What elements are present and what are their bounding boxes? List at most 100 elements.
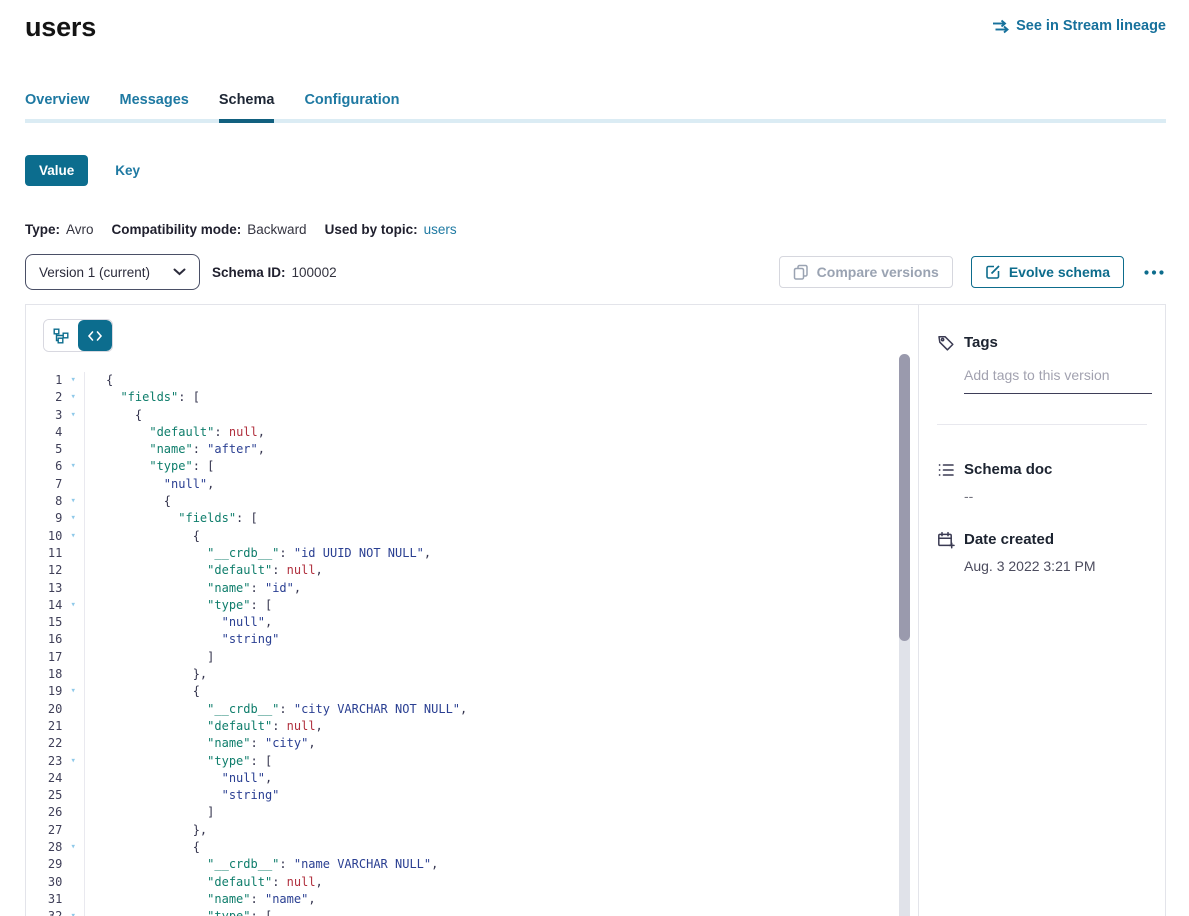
chevron-down-icon — [173, 268, 186, 276]
editor-scrollbar-track[interactable] — [899, 354, 910, 916]
topic-link[interactable]: users — [424, 222, 457, 237]
line-number: 5 — [26, 441, 62, 458]
fold-spacer — [62, 631, 84, 648]
gutter-row: 23▾ — [26, 753, 84, 770]
fold-caret-icon[interactable]: ▾ — [62, 407, 84, 424]
code-line: }, — [106, 666, 918, 683]
fold-spacer — [62, 545, 84, 562]
value-toggle-button[interactable]: Value — [25, 155, 88, 186]
fold-caret-icon[interactable]: ▾ — [62, 389, 84, 406]
list-icon — [937, 461, 955, 479]
fold-caret-icon[interactable]: ▾ — [62, 597, 84, 614]
gutter-row: 31 — [26, 891, 84, 908]
fold-caret-icon[interactable]: ▾ — [62, 458, 84, 475]
fold-caret-icon[interactable]: ▾ — [62, 908, 84, 916]
calendar-plus-icon — [937, 531, 955, 549]
stream-lineage-link[interactable]: See in Stream lineage — [992, 18, 1166, 34]
fold-spacer — [62, 476, 84, 493]
editor-scrollbar-thumb[interactable] — [899, 354, 910, 641]
gutter-row: 7 — [26, 476, 84, 493]
editor-view-toggle — [43, 319, 113, 352]
fold-spacer — [62, 562, 84, 579]
line-number: 32 — [26, 908, 62, 916]
gutter-row: 15 — [26, 614, 84, 631]
line-number: 26 — [26, 804, 62, 821]
gutter-row: 18 — [26, 666, 84, 683]
code-line: "default": null, — [106, 424, 918, 441]
schema-id-label: Schema ID: — [212, 265, 286, 280]
editor-gutter: 1▾2▾3▾456▾78▾9▾10▾11121314▾1516171819▾20… — [26, 372, 85, 916]
line-number: 11 — [26, 545, 62, 562]
tree-view-icon — [53, 328, 69, 344]
code-view-button[interactable] — [78, 320, 112, 351]
tags-input[interactable] — [964, 367, 1152, 394]
tag-icon — [937, 334, 955, 352]
code-line: "null", — [106, 614, 918, 631]
line-number: 1 — [26, 372, 62, 389]
fold-caret-icon[interactable]: ▾ — [62, 510, 84, 527]
edit-icon — [985, 264, 1001, 280]
line-number: 17 — [26, 649, 62, 666]
tree-view-button[interactable] — [44, 320, 78, 351]
fold-spacer — [62, 770, 84, 787]
gutter-row: 25 — [26, 787, 84, 804]
tab-schema[interactable]: Schema — [219, 92, 275, 123]
gutter-row: 29 — [26, 856, 84, 873]
tab-overview[interactable]: Overview — [25, 92, 90, 123]
gutter-row: 19▾ — [26, 683, 84, 700]
fold-spacer — [62, 580, 84, 597]
compare-versions-button[interactable]: Compare versions — [779, 256, 953, 288]
line-number: 12 — [26, 562, 62, 579]
tab-messages[interactable]: Messages — [120, 92, 189, 123]
copy-icon — [793, 264, 809, 280]
code-line: { — [106, 372, 918, 389]
code-line: "__crdb__": "city VARCHAR NOT NULL", — [106, 701, 918, 718]
schema-page: users See in Stream lineage Overview Mess… — [0, 0, 1189, 916]
line-number: 28 — [26, 839, 62, 856]
code-line: }, — [106, 822, 918, 839]
fold-spacer — [62, 856, 84, 873]
gutter-row: 12 — [26, 562, 84, 579]
type-label: Type: — [25, 222, 60, 237]
fold-spacer — [62, 822, 84, 839]
version-select[interactable]: Version 1 (current) — [25, 254, 200, 290]
line-number: 16 — [26, 631, 62, 648]
gutter-row: 24 — [26, 770, 84, 787]
line-number: 20 — [26, 701, 62, 718]
line-number: 13 — [26, 580, 62, 597]
code-area[interactable]: 1▾2▾3▾456▾78▾9▾10▾11121314▾1516171819▾20… — [26, 372, 918, 916]
version-toolbar: Version 1 (current) Schema ID: 100002 Co… — [25, 254, 1166, 290]
fold-caret-icon[interactable]: ▾ — [62, 839, 84, 856]
evolve-schema-button[interactable]: Evolve schema — [971, 256, 1124, 288]
fold-caret-icon[interactable]: ▾ — [62, 372, 84, 389]
code-line: "__crdb__": "name VARCHAR NULL", — [106, 856, 918, 873]
type-value: Avro — [66, 222, 94, 237]
key-toggle-button[interactable]: Key — [115, 163, 140, 178]
date-created-value: Aug. 3 2022 3:21 PM — [964, 558, 1147, 574]
fold-spacer — [62, 718, 84, 735]
gutter-row: 5 — [26, 441, 84, 458]
gutter-row: 11 — [26, 545, 84, 562]
gutter-row: 28▾ — [26, 839, 84, 856]
editor-code: { "fields": [ { "default": null, "name":… — [85, 372, 918, 916]
fold-caret-icon[interactable]: ▾ — [62, 528, 84, 545]
fold-caret-icon[interactable]: ▾ — [62, 683, 84, 700]
more-actions-button[interactable] — [1142, 267, 1166, 278]
gutter-row: 8▾ — [26, 493, 84, 510]
code-line: "type": [ — [106, 458, 918, 475]
code-line: "default": null, — [106, 562, 918, 579]
gutter-row: 32▾ — [26, 908, 84, 916]
code-line: "type": [ — [106, 753, 918, 770]
code-line: ] — [106, 804, 918, 821]
fold-spacer — [62, 701, 84, 718]
fold-caret-icon[interactable]: ▾ — [62, 753, 84, 770]
date-created-title: Date created — [964, 531, 1054, 549]
schema-info-sidebar: Tags Schema doc -- — [919, 305, 1165, 916]
schema-id: Schema ID: 100002 — [212, 265, 337, 280]
line-number: 15 — [26, 614, 62, 631]
gutter-row: 10▾ — [26, 528, 84, 545]
line-number: 8 — [26, 493, 62, 510]
tab-configuration[interactable]: Configuration — [304, 92, 399, 123]
fold-caret-icon[interactable]: ▾ — [62, 493, 84, 510]
line-number: 24 — [26, 770, 62, 787]
